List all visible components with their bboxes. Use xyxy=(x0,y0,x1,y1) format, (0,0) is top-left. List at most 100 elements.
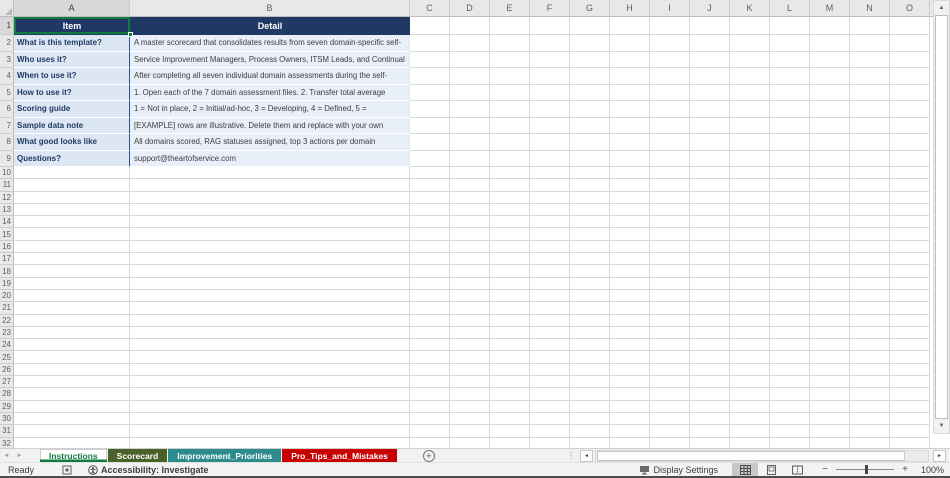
cell-M29[interactable] xyxy=(810,400,850,413)
cell-H16[interactable] xyxy=(610,240,650,254)
cell-G13[interactable] xyxy=(570,203,610,217)
column-header-B[interactable]: B xyxy=(130,0,410,17)
cell-D22[interactable] xyxy=(450,314,490,327)
cell-E28[interactable] xyxy=(490,388,530,401)
cell-G19[interactable] xyxy=(570,277,610,290)
row-header-5[interactable]: 5 xyxy=(0,84,14,101)
cell-L17[interactable] xyxy=(770,253,810,266)
cell-B21[interactable] xyxy=(130,302,410,315)
row-header-1[interactable]: 1 xyxy=(0,17,14,35)
cell-D10[interactable] xyxy=(450,167,490,180)
cell-M11[interactable] xyxy=(810,179,850,192)
row-header-11[interactable]: 11 xyxy=(0,179,14,192)
row-header-2[interactable]: 2 xyxy=(0,35,14,52)
page-break-preview-button[interactable] xyxy=(784,463,810,477)
cell-G10[interactable] xyxy=(570,167,610,180)
cell-F9[interactable] xyxy=(530,150,570,167)
cell-K9[interactable] xyxy=(730,150,770,167)
normal-view-button[interactable] xyxy=(732,462,758,477)
cell-A23[interactable] xyxy=(14,326,130,340)
cell-M31[interactable] xyxy=(810,425,850,438)
row-header-21[interactable]: 21 xyxy=(0,302,14,315)
cell-L22[interactable] xyxy=(770,314,810,327)
cell-M12[interactable] xyxy=(810,191,850,204)
tab-scorecard[interactable]: Scorecard xyxy=(107,449,168,462)
cell-I8[interactable] xyxy=(650,134,690,151)
cell-I21[interactable] xyxy=(650,302,690,315)
cell-O4[interactable] xyxy=(890,68,930,85)
cell-F27[interactable] xyxy=(530,376,570,389)
cell-M3[interactable] xyxy=(810,51,850,68)
cell-J5[interactable] xyxy=(690,84,730,101)
cell-J20[interactable] xyxy=(690,289,730,303)
cell-O28[interactable] xyxy=(890,388,930,401)
cell-D11[interactable] xyxy=(450,179,490,192)
cell-I15[interactable] xyxy=(650,228,690,241)
cell-O14[interactable] xyxy=(890,216,930,229)
cell-O9[interactable] xyxy=(890,150,930,167)
cell-D4[interactable] xyxy=(450,68,490,85)
cell-E14[interactable] xyxy=(490,216,530,229)
cell-M1[interactable] xyxy=(810,17,850,35)
cell-C12[interactable] xyxy=(410,191,450,204)
row-header-20[interactable]: 20 xyxy=(0,289,14,303)
cell-A6[interactable]: Scoring guide xyxy=(14,101,130,118)
cell-E16[interactable] xyxy=(490,240,530,254)
cell-I4[interactable] xyxy=(650,68,690,85)
cell-F14[interactable] xyxy=(530,216,570,229)
cell-N31[interactable] xyxy=(850,425,890,438)
cell-I14[interactable] xyxy=(650,216,690,229)
cell-B14[interactable] xyxy=(130,216,410,229)
cell-F11[interactable] xyxy=(530,179,570,192)
cell-H32[interactable] xyxy=(610,437,650,448)
cell-A19[interactable] xyxy=(14,277,130,290)
cell-I31[interactable] xyxy=(650,425,690,438)
cell-C7[interactable] xyxy=(410,117,450,134)
cell-N16[interactable] xyxy=(850,240,890,254)
cell-G27[interactable] xyxy=(570,376,610,389)
cell-H18[interactable] xyxy=(610,265,650,278)
cell-B10[interactable] xyxy=(130,167,410,180)
cell-D16[interactable] xyxy=(450,240,490,254)
cell-G14[interactable] xyxy=(570,216,610,229)
cell-F2[interactable] xyxy=(530,35,570,52)
cell-I10[interactable] xyxy=(650,167,690,180)
cell-L8[interactable] xyxy=(770,134,810,151)
cell-N14[interactable] xyxy=(850,216,890,229)
cell-B1[interactable]: Detail xyxy=(130,17,410,35)
cell-H26[interactable] xyxy=(610,363,650,377)
cell-K1[interactable] xyxy=(730,17,770,35)
cell-L11[interactable] xyxy=(770,179,810,192)
zoom-slider[interactable] xyxy=(836,465,894,474)
cell-N19[interactable] xyxy=(850,277,890,290)
cell-M28[interactable] xyxy=(810,388,850,401)
column-header-J[interactable]: J xyxy=(690,0,730,17)
cell-M17[interactable] xyxy=(810,253,850,266)
cell-O21[interactable] xyxy=(890,302,930,315)
cell-B7[interactable]: [EXAMPLE] rows are illustrative. Delete … xyxy=(130,117,410,134)
column-header-N[interactable]: N xyxy=(850,0,890,17)
cell-C29[interactable] xyxy=(410,400,450,413)
cell-D15[interactable] xyxy=(450,228,490,241)
cell-G15[interactable] xyxy=(570,228,610,241)
cell-H14[interactable] xyxy=(610,216,650,229)
cell-F4[interactable] xyxy=(530,68,570,85)
cell-A15[interactable] xyxy=(14,228,130,241)
row-header-27[interactable]: 27 xyxy=(0,376,14,389)
cell-M23[interactable] xyxy=(810,326,850,340)
cell-G8[interactable] xyxy=(570,134,610,151)
cell-A31[interactable] xyxy=(14,425,130,438)
cell-J32[interactable] xyxy=(690,437,730,448)
cell-D24[interactable] xyxy=(450,339,490,352)
cell-I1[interactable] xyxy=(650,17,690,35)
cell-E25[interactable] xyxy=(490,351,530,364)
cell-N1[interactable] xyxy=(850,17,890,35)
cell-D5[interactable] xyxy=(450,84,490,101)
cell-F13[interactable] xyxy=(530,203,570,217)
new-sheet-button[interactable]: + xyxy=(422,449,435,462)
cell-K15[interactable] xyxy=(730,228,770,241)
cell-H28[interactable] xyxy=(610,388,650,401)
cell-G30[interactable] xyxy=(570,412,610,426)
cell-O27[interactable] xyxy=(890,376,930,389)
scroll-up-button[interactable]: ▲ xyxy=(934,1,949,15)
